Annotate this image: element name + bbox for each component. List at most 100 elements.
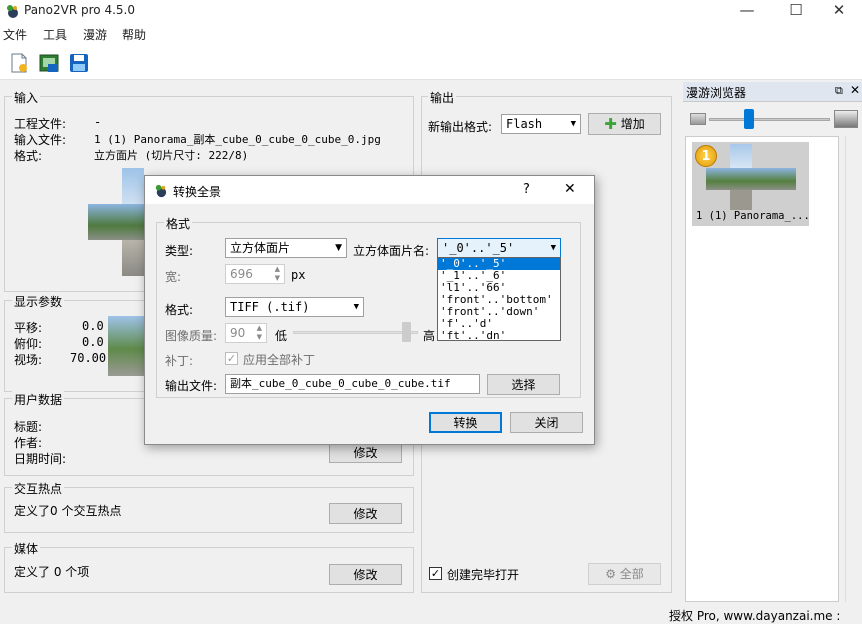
- hotspots-edit-button[interactable]: 修改: [329, 503, 402, 524]
- pan-value: 0.0: [82, 319, 104, 333]
- hotspots-group-title: 交互热点: [12, 480, 65, 497]
- hotspots-text: 定义了0 个交互热点: [14, 504, 122, 518]
- add-output-button[interactable]: ✚ 增加: [588, 113, 661, 135]
- gear-icon: ⚙: [605, 567, 616, 581]
- quality-high-label: 高: [423, 329, 436, 343]
- user-title-label: 标题:: [14, 420, 43, 434]
- tilt-value: 0.0: [82, 335, 104, 349]
- project-file-value: -: [94, 115, 102, 129]
- apply-patch-label: 应用全部补丁: [243, 353, 316, 367]
- open-after-checkbox[interactable]: ✓: [429, 567, 442, 580]
- zoom-slider-thumb[interactable]: [743, 109, 754, 129]
- browse-button[interactable]: 选择: [487, 374, 560, 395]
- face-name-label: 立方体面片名:: [353, 244, 430, 258]
- new-format-label: 新输出格式:: [428, 120, 493, 134]
- width-spinbox[interactable]: 696 ▲ ▼: [225, 264, 285, 284]
- zoom-in-icon[interactable]: [834, 110, 858, 128]
- convert-button[interactable]: 转换: [429, 412, 502, 433]
- format-label: 格式:: [165, 303, 194, 317]
- width-unit: px: [291, 268, 306, 282]
- face-name-option[interactable]: 'ft'..'dn': [438, 330, 560, 342]
- all-button[interactable]: ⚙ 全部: [588, 563, 661, 585]
- apply-patch-checkbox[interactable]: ✓: [225, 352, 238, 365]
- media-group-title: 媒体: [12, 540, 41, 557]
- quality-label: 图像质量:: [165, 329, 218, 343]
- cube-preview: [88, 168, 144, 278]
- face-name-dropdown-list: '_0'..'_5' '_1'..'_6''l1'..'66''front'..'…: [437, 257, 561, 342]
- thumbnail-caption: 1 (1) Panorama_...: [696, 210, 810, 222]
- quality-slider-thumb[interactable]: [401, 322, 411, 342]
- output-format-select[interactable]: Flash ▼: [501, 114, 581, 134]
- menu-tour[interactable]: 漫游: [83, 26, 107, 43]
- all-button-label: 全部: [619, 567, 644, 581]
- menu-file[interactable]: 文件: [3, 26, 27, 43]
- user-data-edit-button[interactable]: 修改: [329, 442, 402, 463]
- output-format-value: Flash: [506, 117, 543, 131]
- type-select[interactable]: 立方体面片 ▼: [225, 238, 347, 258]
- face-name-select[interactable]: '_0'..'_5' ▼: [437, 238, 561, 258]
- menu-help[interactable]: 帮助: [122, 26, 146, 43]
- patch-label: 补丁:: [165, 354, 194, 368]
- input-group-title: 输入: [12, 89, 41, 106]
- dialog-group-title: 格式: [164, 215, 193, 232]
- input-file-value: 1 (1) Panorama_副本_cube_0_cube_0_cube_0.j…: [94, 133, 381, 146]
- fov-value: 70.00: [70, 351, 107, 365]
- media-text: 定义了 0 个项: [14, 565, 90, 579]
- face-name-value: '_0'..'_5': [442, 241, 515, 255]
- tour-thumbnail[interactable]: 1 1 (1) Panorama_...: [692, 142, 810, 226]
- status-text: 授权 Pro, www.dayanzai.me :: [669, 609, 841, 623]
- tour-browser-title: 漫游浏览器: [686, 86, 747, 100]
- minimize-button[interactable]: —: [724, 0, 770, 22]
- menu-tools[interactable]: 工具: [43, 26, 67, 43]
- app-logo-icon: [7, 5, 18, 18]
- chevron-down-icon: ▼: [550, 243, 556, 253]
- user-data-group-title: 用户数据: [12, 391, 65, 408]
- quality-low-label: 低: [275, 329, 288, 343]
- zoom-out-icon[interactable]: [690, 113, 706, 125]
- plus-icon: ✚: [604, 115, 617, 133]
- add-output-label: 增加: [620, 117, 645, 131]
- format-value: 立方面片 (切片尺寸: 222/8): [94, 149, 249, 162]
- undock-icon[interactable]: ⧉: [835, 84, 843, 98]
- quality-slider-track[interactable]: [293, 331, 418, 334]
- spin-arrows-icon: ▲ ▼: [256, 324, 262, 341]
- quality-value: 90: [230, 326, 246, 340]
- new-file-icon[interactable]: [8, 52, 30, 74]
- open-file-icon[interactable]: [38, 52, 60, 74]
- type-value: 立方体面片: [230, 241, 291, 255]
- width-value: 696: [230, 267, 253, 281]
- pan-label: 平移:: [14, 321, 43, 335]
- dialog-app-icon: [155, 184, 167, 198]
- dialog-help-button[interactable]: ?: [523, 182, 530, 197]
- zoom-slider-track[interactable]: [709, 118, 830, 121]
- type-label: 类型:: [165, 244, 194, 258]
- chevron-down-icon: ▼: [570, 119, 576, 129]
- dialog-close-button[interactable]: ✕: [564, 181, 576, 197]
- author-label: 作者:: [14, 436, 43, 450]
- thumbnail-badge: 1: [695, 145, 717, 167]
- maximize-button[interactable]: ☐: [773, 0, 819, 22]
- vertical-scrollbar[interactable]: [845, 136, 862, 602]
- width-label: 宽:: [165, 270, 182, 284]
- dialog-title: 转换全景: [173, 185, 222, 199]
- chevron-down-icon: ▼: [335, 243, 342, 253]
- chevron-down-icon: ▼: [353, 302, 359, 312]
- format-label: 格式:: [14, 149, 43, 163]
- output-file-input[interactable]: 副本_cube_0_cube_0_cube_0_cube.tif: [225, 374, 480, 394]
- panel-close-icon[interactable]: ✕: [850, 83, 860, 97]
- spin-arrows-icon: ▲ ▼: [274, 265, 280, 282]
- preview-thumbnail: [108, 316, 146, 376]
- fov-label: 视场:: [14, 353, 43, 367]
- media-edit-button[interactable]: 修改: [329, 564, 402, 585]
- dialog-close-action-button[interactable]: 关闭: [510, 412, 583, 433]
- close-button[interactable]: ✕: [816, 0, 862, 22]
- input-file-label: 输入文件:: [14, 133, 67, 147]
- display-group-title: 显示参数: [12, 293, 65, 310]
- output-group-title: 输出: [428, 89, 457, 106]
- save-icon[interactable]: [68, 52, 90, 74]
- quality-spinbox[interactable]: 90 ▲ ▼: [225, 323, 267, 343]
- format-select[interactable]: TIFF (.tif) ▼: [225, 297, 364, 317]
- open-after-label: 创建完毕打开: [447, 568, 520, 582]
- date-label: 日期时间:: [14, 452, 67, 466]
- format-value: TIFF (.tif): [230, 300, 310, 314]
